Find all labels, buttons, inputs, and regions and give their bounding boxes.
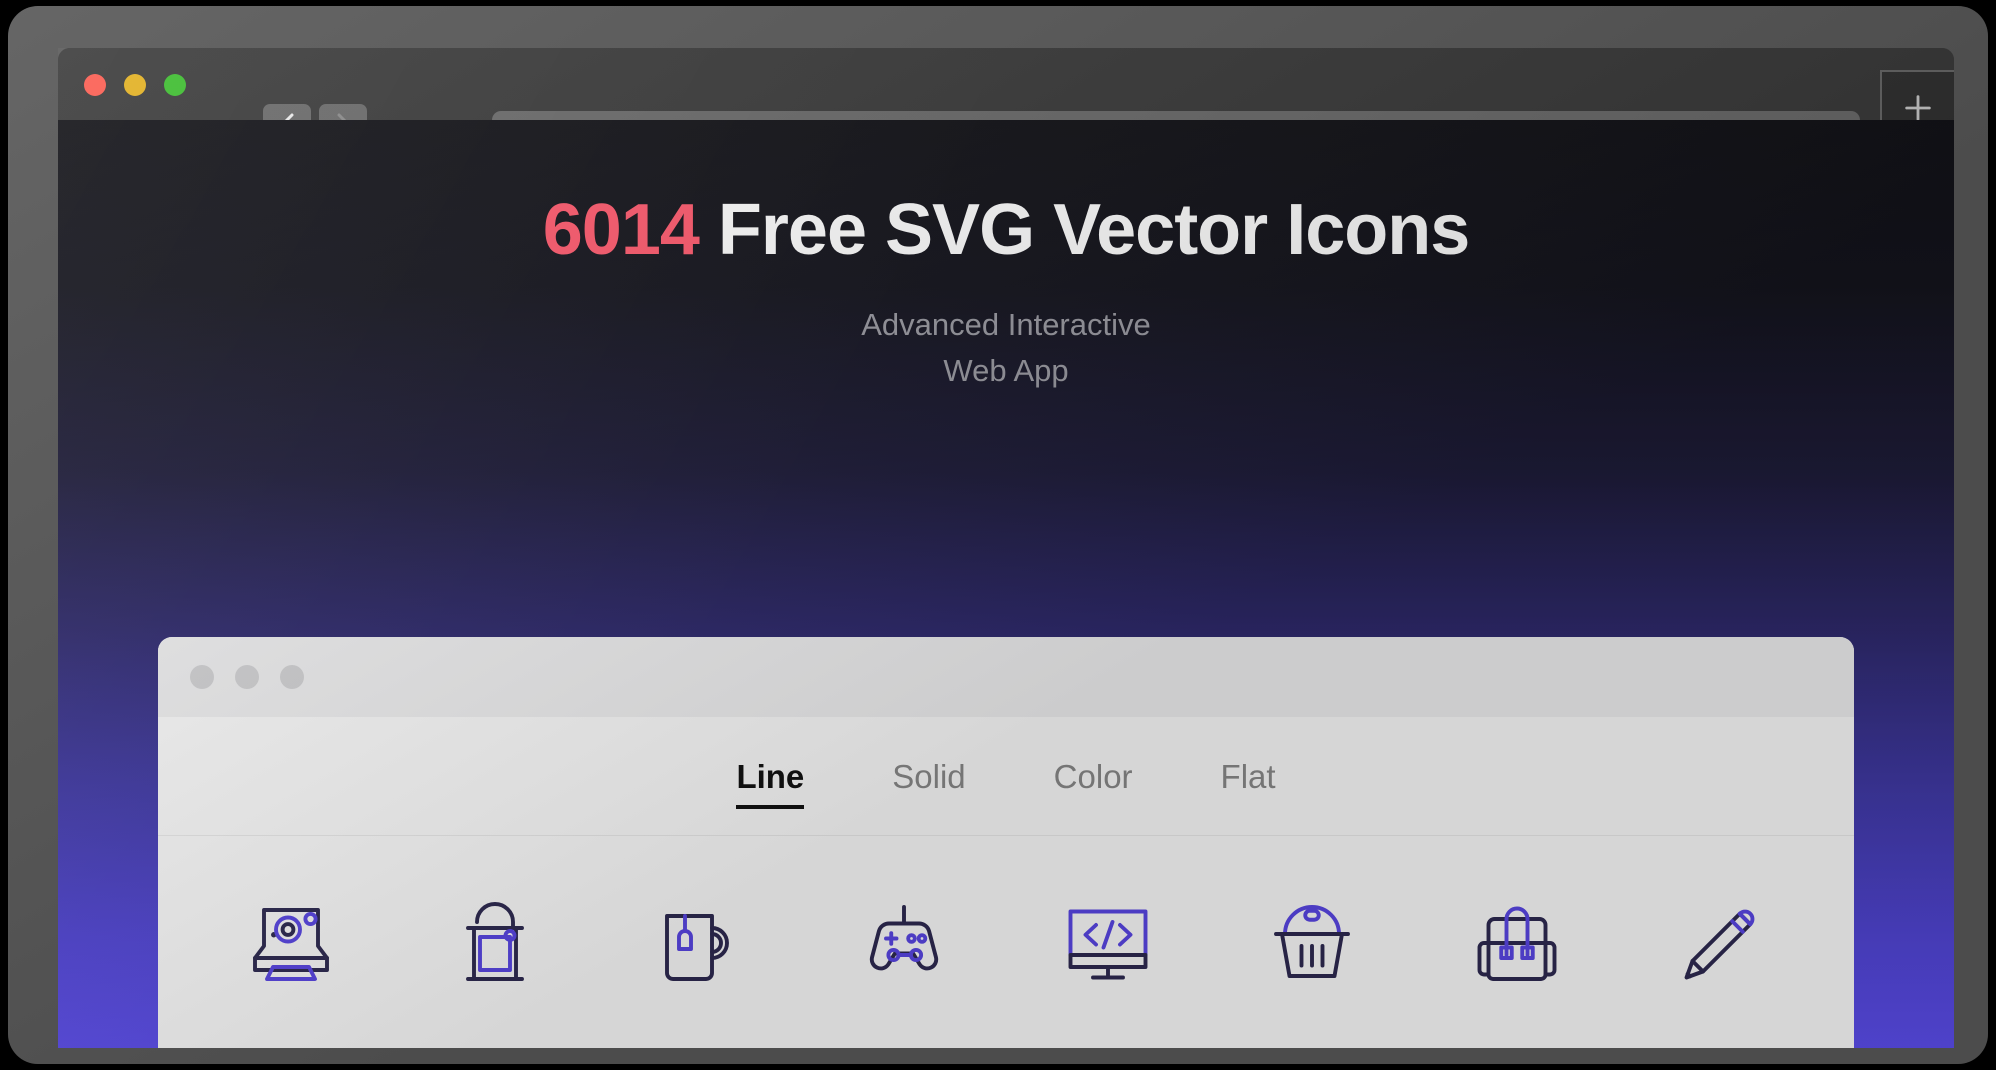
instant-camera-icon bbox=[253, 908, 329, 981]
card-dot-2 bbox=[235, 665, 259, 689]
window-minimize-button[interactable] bbox=[124, 74, 146, 96]
tab-line[interactable]: Line bbox=[692, 757, 848, 809]
icon-cell-backpack[interactable] bbox=[1462, 888, 1572, 998]
subtitle-line-1: Advanced Interactive bbox=[861, 307, 1151, 343]
page-title-rest: Free SVG Vector Icons bbox=[698, 190, 1470, 270]
browser-window: 6014 Free SVG Vector Icons Advanced Inte… bbox=[58, 48, 1954, 1048]
subtitle-line-2: Web App bbox=[943, 353, 1069, 389]
tab-color-label: Color bbox=[1053, 757, 1133, 795]
tab-flat-label: Flat bbox=[1220, 757, 1276, 795]
window-maximize-button[interactable] bbox=[164, 74, 186, 96]
tab-flat[interactable]: Flat bbox=[1177, 760, 1320, 793]
page-subtitle: Advanced Interactive Web App bbox=[656, 302, 1356, 394]
icon-count: 6014 bbox=[542, 190, 700, 270]
hero-section: 6014 Free SVG Vector Icons Advanced Inte… bbox=[58, 120, 1954, 394]
backpack-icon bbox=[1477, 906, 1557, 981]
icon-style-tabs: Line Solid Color Flat bbox=[158, 717, 1854, 836]
page-title: 6014 Free SVG Vector Icons bbox=[58, 192, 1954, 268]
icon-cell-code-monitor[interactable] bbox=[1053, 888, 1163, 998]
card-titlebar bbox=[158, 637, 1854, 717]
tab-line-label: Line bbox=[736, 757, 805, 795]
icon-cell-instant-camera[interactable] bbox=[236, 888, 346, 998]
traffic-light-group bbox=[84, 74, 186, 96]
icon-grid bbox=[158, 836, 1854, 998]
tab-solid[interactable]: Solid bbox=[848, 760, 1009, 793]
pencil-icon bbox=[1684, 909, 1755, 980]
card-dot-1 bbox=[190, 665, 214, 689]
window-close-button[interactable] bbox=[84, 74, 106, 96]
page-viewport: 6014 Free SVG Vector Icons Advanced Inte… bbox=[58, 120, 1954, 1048]
icon-cell-pencil[interactable] bbox=[1666, 888, 1776, 998]
tea-mug-icon bbox=[664, 914, 729, 981]
icon-cell-paint-bucket[interactable] bbox=[440, 888, 550, 998]
icon-cell-tea-mug[interactable] bbox=[645, 888, 755, 998]
icon-showcase-card: Line Solid Color Flat bbox=[158, 637, 1854, 1048]
tab-solid-label: Solid bbox=[892, 757, 966, 795]
browser-toolbar bbox=[58, 48, 1954, 157]
card-dot-3 bbox=[280, 665, 304, 689]
monitor-bezel: 6014 Free SVG Vector Icons Advanced Inte… bbox=[8, 6, 1988, 1064]
shopping-basket-icon bbox=[1274, 905, 1351, 978]
tab-color[interactable]: Color bbox=[1010, 760, 1177, 793]
icon-cell-gamepad[interactable] bbox=[849, 888, 959, 998]
paint-bucket-icon bbox=[466, 902, 525, 981]
code-monitor-icon bbox=[1068, 909, 1148, 980]
icon-cell-shopping-basket[interactable] bbox=[1257, 888, 1367, 998]
gamepad-icon bbox=[869, 905, 938, 971]
